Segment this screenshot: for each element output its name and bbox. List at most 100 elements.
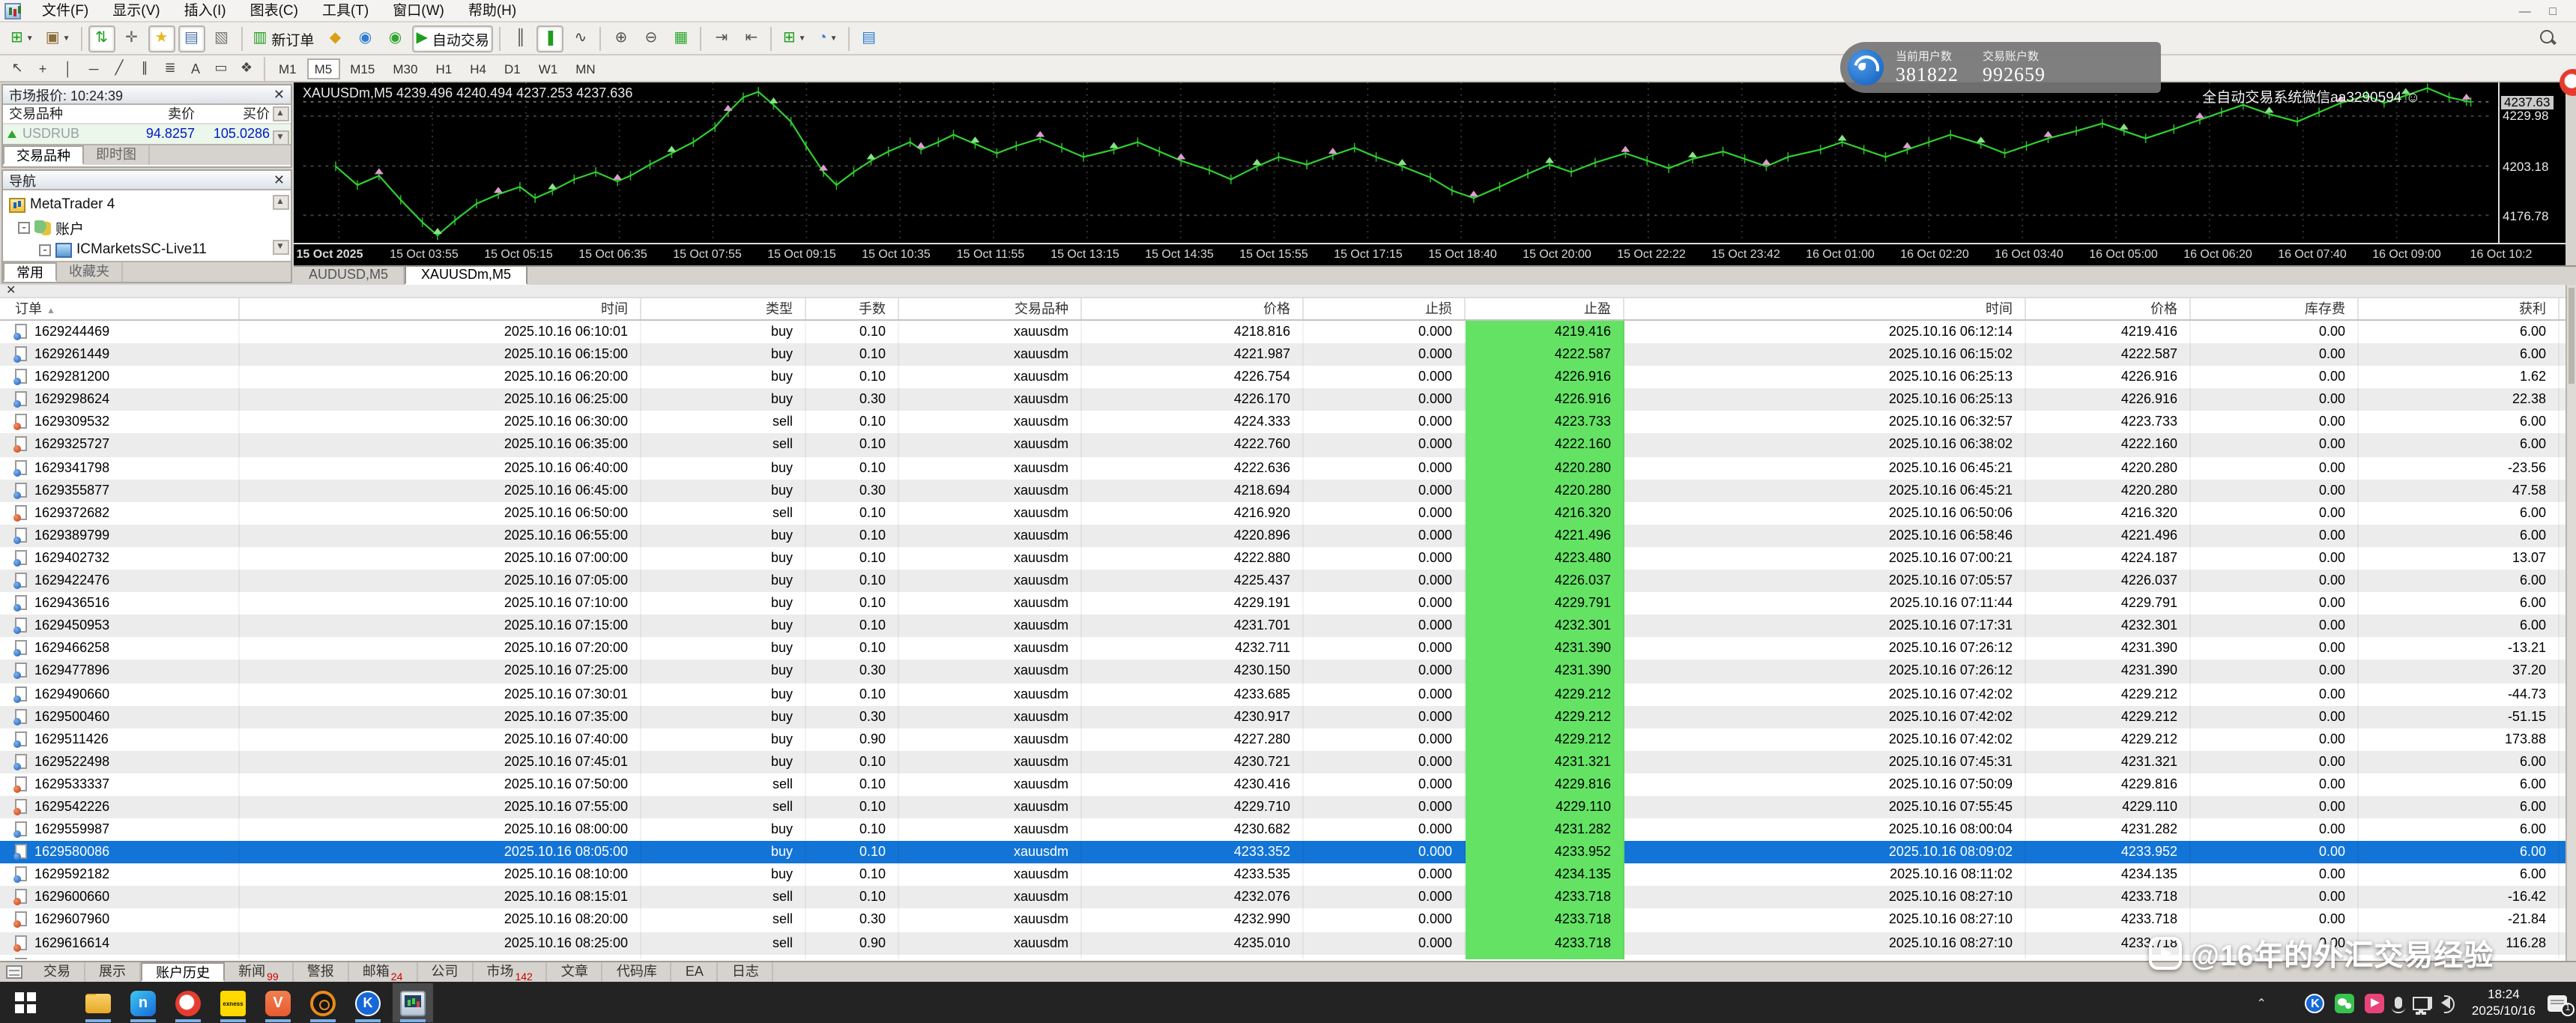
history-column-4[interactable]: 交易品种 [899, 298, 1082, 319]
history-row-1[interactable]: 1629261449 2025.10.16 06:15:00 buy 0.10 xauu… [0, 343, 2566, 366]
data-window[interactable]: ✛ [118, 25, 145, 52]
candle-chart-mode[interactable]: ❚ [536, 25, 564, 52]
terminal-toggle[interactable]: ▤ [178, 25, 205, 52]
chart-tab-xauusdm-m5[interactable]: XAUUSDm,M5 [405, 265, 528, 285]
tab-tick-chart[interactable]: 即时图 [84, 145, 151, 165]
timeframe-mn[interactable]: MN [568, 58, 602, 79]
terminal-tab-0[interactable]: 交易 [30, 962, 86, 982]
terminal-tab-4[interactable]: 警报 [294, 962, 349, 982]
terminal-tab-11[interactable]: 日志 [719, 962, 774, 982]
bar-chart-mode[interactable]: ║ [507, 25, 534, 52]
terminal-tab-5[interactable]: 邮箱 24 [349, 962, 418, 983]
column-bid[interactable]: 卖价 [120, 105, 195, 123]
indicators[interactable]: ◆ [321, 25, 348, 52]
history-row-22[interactable]: 1629559987 2025.10.16 08:00:00 buy 0.10 xauu… [0, 818, 2566, 842]
taskbar-app-exness-app[interactable]: exness [213, 983, 253, 1022]
draw-tool-0[interactable]: ↖ [6, 58, 28, 79]
history-row-14[interactable]: 1629466258 2025.10.16 07:20:00 buy 0.10 xauu… [0, 637, 2566, 660]
collapse-icon[interactable]: - [18, 220, 30, 233]
history-column-5[interactable]: 价格 [1082, 298, 1304, 319]
tab-common[interactable]: 常用 [3, 262, 58, 282]
timeframe-m15[interactable]: M15 [342, 58, 382, 79]
column-ask[interactable]: 买价 [195, 105, 273, 123]
history-row-20[interactable]: 1629533337 2025.10.16 07:50:00 sell 0.10 xau… [0, 773, 2566, 796]
taskbar-app-v-app[interactable]: V [258, 983, 298, 1022]
signals[interactable]: ◉ [381, 25, 408, 52]
history-row-11[interactable]: 1629422476 2025.10.16 07:05:00 buy 0.10 xauu… [0, 570, 2566, 593]
chart-area[interactable]: XAUUSDm,M5 4239.496 4240.494 4237.253 42… [294, 82, 2566, 265]
taskbar-app-metatrader4[interactable] [393, 983, 433, 1022]
history-row-17[interactable]: 1629500460 2025.10.16 07:35:00 buy 0.30 xauu… [0, 705, 2566, 728]
history-column-6[interactable]: 止损 [1304, 298, 1466, 319]
timeframe-m5[interactable]: M5 [306, 58, 340, 79]
terminal-tab-8[interactable]: 文章 [548, 962, 603, 982]
taskbar-app-maxthon-browser[interactable]: n [123, 983, 163, 1022]
start-button[interactable] [15, 992, 36, 1013]
history-row-24[interactable]: 1629592182 2025.10.16 08:10:00 buy 0.10 xauu… [0, 863, 2566, 887]
timeframe-m30[interactable]: M30 [385, 58, 425, 79]
tree-item-metatrader4[interactable]: MetaTrader 4 [9, 193, 291, 216]
taskbar-app-k-app[interactable]: K [348, 983, 388, 1022]
timeframe-w1[interactable]: W1 [531, 58, 566, 79]
mql5-community[interactable]: ◉ [351, 25, 378, 52]
market-watch-toggle[interactable]: ⇅ [88, 25, 115, 52]
terminal-tab-6[interactable]: 公司 [417, 962, 474, 982]
scroll-up-icon[interactable]: ▲ [272, 106, 288, 121]
history-row-13[interactable]: 1629450953 2025.10.16 07:15:00 buy 0.10 xauu… [0, 615, 2566, 638]
taskbar-app-file-explorer[interactable] [78, 983, 118, 1022]
history-row-4[interactable]: 1629309532 2025.10.16 06:30:00 sell 0.10 xau… [0, 411, 2566, 434]
auto-scroll[interactable]: ⇥ [708, 25, 735, 52]
terminal-tab-9[interactable]: 代码库 [603, 962, 672, 982]
tab-symbols[interactable]: 交易品种 [3, 145, 85, 165]
new-order-button[interactable]: ▥ 新订单 [249, 25, 319, 52]
history-row-3[interactable]: 1629298624 2025.10.16 06:25:00 buy 0.30 xauu… [0, 388, 2566, 411]
history-column-8[interactable]: 时间 [1624, 298, 2026, 319]
draw-tool-8[interactable]: ▭ [210, 58, 232, 79]
history-row-19[interactable]: 1629522498 2025.10.16 07:45:01 buy 0.10 xauu… [0, 750, 2566, 773]
history-row-0[interactable]: 1629244469 2025.10.16 06:10:01 buy 0.10 xauu… [0, 321, 2566, 344]
zoom-out[interactable]: ⊖ [638, 25, 665, 52]
history-row-25[interactable]: 1629600660 2025.10.16 08:15:01 sell 0.10 xau… [0, 886, 2566, 909]
history-column-3[interactable]: 手数 [806, 298, 899, 319]
draw-tool-6[interactable]: ≣ [159, 58, 181, 79]
terminal-close-icon[interactable]: ✕ [6, 283, 16, 297]
history-row-7[interactable]: 1629355877 2025.10.16 06:45:00 buy 0.30 xauu… [0, 479, 2566, 502]
menu-item-6[interactable]: 帮助(H) [456, 2, 528, 19]
wechat-tray-icon[interactable] [2335, 993, 2355, 1013]
history-row-18[interactable]: 1629511426 2025.10.16 07:40:00 buy 0.90 xauu… [0, 728, 2566, 751]
history-row-23[interactable]: 1629580086 2025.10.16 08:05:00 buy 0.10 xauu… [0, 841, 2566, 864]
navigator-close-icon[interactable]: ✕ [273, 172, 285, 187]
menu-item-3[interactable]: 图表(C) [238, 2, 310, 19]
tray-chevron-icon[interactable]: ⌃ [2257, 996, 2267, 1010]
terminal-scrollbar[interactable] [2566, 285, 2576, 961]
timeframe-h1[interactable]: H1 [428, 58, 459, 79]
history-row-26[interactable]: 1629607960 2025.10.16 08:20:00 sell 0.30 xau… [0, 908, 2566, 932]
history-row-9[interactable]: 1629389799 2025.10.16 06:55:00 buy 0.10 xauu… [0, 524, 2566, 547]
line-chart-mode[interactable]: ∿ [567, 25, 594, 52]
scroll-up-icon[interactable]: ▲ [272, 195, 288, 210]
terminal-tab-7[interactable]: 市场 142 [473, 962, 548, 983]
add-indicator[interactable]: ⊞ ▼ [778, 25, 811, 52]
autotrading-button[interactable]: ▶ 自动交易 [411, 25, 494, 52]
history-row-16[interactable]: 1629490660 2025.10.16 07:30:01 buy 0.10 xauu… [0, 683, 2566, 706]
chart-plot[interactable]: XAUUSDm,M5 4239.496 4240.494 4237.253 42… [294, 82, 2500, 244]
history-row-6[interactable]: 1629341798 2025.10.16 06:40:00 buy 0.10 xauu… [0, 456, 2566, 480]
periods[interactable]: ◔ ▼ [814, 25, 842, 52]
menu-item-4[interactable]: 工具(T) [310, 2, 381, 19]
new-chart[interactable]: ⊞ ▼ [6, 25, 38, 52]
zoom-in[interactable]: ⊕ [608, 25, 635, 52]
history-row-2[interactable]: 1629281200 2025.10.16 06:20:00 buy 0.10 xauu… [0, 366, 2566, 389]
history-row-5[interactable]: 1629325727 2025.10.16 06:35:00 sell 0.10 xau… [0, 433, 2566, 457]
history-row-8[interactable]: 1629372682 2025.10.16 06:50:00 sell 0.10 xau… [0, 501, 2566, 525]
draw-tool-2[interactable]: │ [57, 58, 79, 79]
navigator-toggle[interactable]: ★ [148, 25, 175, 52]
m365-tray-icon[interactable] [2277, 994, 2295, 1012]
draw-tool-4[interactable]: ╱ [108, 58, 130, 79]
speaker-icon[interactable] [2428, 995, 2455, 1013]
timeframe-d1[interactable]: D1 [497, 58, 528, 79]
timeframe-m1[interactable]: M1 [271, 58, 304, 79]
collapse-icon[interactable]: - [39, 243, 51, 256]
chart-tab-audusd-m5[interactable]: AUDUSD,M5 [294, 267, 405, 285]
microphone-icon[interactable] [2392, 997, 2406, 1013]
history-column-2[interactable]: 类型 [641, 298, 806, 319]
